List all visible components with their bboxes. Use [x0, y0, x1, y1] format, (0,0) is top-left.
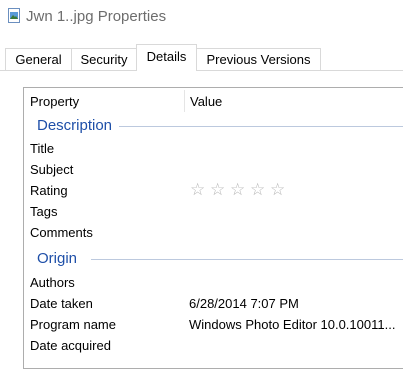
tab-divider — [0, 70, 403, 71]
property-value[interactable]: Windows Photo Editor 10.0.10011... — [189, 317, 395, 332]
property-name[interactable]: Authors — [30, 275, 75, 290]
star-icon[interactable]: ☆ — [230, 181, 250, 199]
group-divider — [119, 126, 403, 127]
property-name[interactable]: Date taken — [30, 296, 93, 311]
star-icon[interactable]: ☆ — [270, 181, 290, 199]
group-heading-origin: Origin — [37, 250, 78, 267]
tab-general[interactable]: General — [5, 48, 72, 70]
details-panel: Property Value Description Title Subject… — [23, 87, 403, 369]
column-header-value[interactable]: Value — [190, 94, 222, 109]
star-icon[interactable]: ☆ — [210, 181, 230, 199]
title-bar: Jwn 1..jpg Properties — [0, 0, 403, 34]
tab-security[interactable]: Security — [71, 48, 137, 70]
window-title: Jwn 1..jpg Properties — [26, 8, 167, 25]
rating-stars[interactable]: ☆ ☆ ☆ ☆ ☆ — [190, 181, 290, 199]
property-name[interactable]: Title — [30, 141, 54, 156]
group-divider — [91, 259, 403, 260]
tab-details[interactable]: Details — [136, 44, 197, 71]
property-name[interactable]: Date acquired — [30, 338, 111, 353]
property-name[interactable]: Subject — [30, 162, 73, 177]
tab-previous-versions[interactable]: Previous Versions — [196, 48, 321, 70]
property-name[interactable]: Rating — [30, 183, 68, 198]
column-header-property[interactable]: Property — [30, 94, 79, 109]
property-name[interactable]: Tags — [30, 204, 57, 219]
property-name[interactable]: Program name — [30, 317, 116, 332]
property-value[interactable]: 6/28/2014 7:07 PM — [189, 296, 299, 311]
column-separator[interactable] — [184, 90, 185, 112]
property-name[interactable]: Comments — [30, 225, 93, 240]
star-icon[interactable]: ☆ — [250, 181, 270, 199]
group-heading-description: Description — [37, 117, 113, 134]
star-icon[interactable]: ☆ — [190, 181, 210, 199]
image-file-icon — [8, 8, 20, 23]
